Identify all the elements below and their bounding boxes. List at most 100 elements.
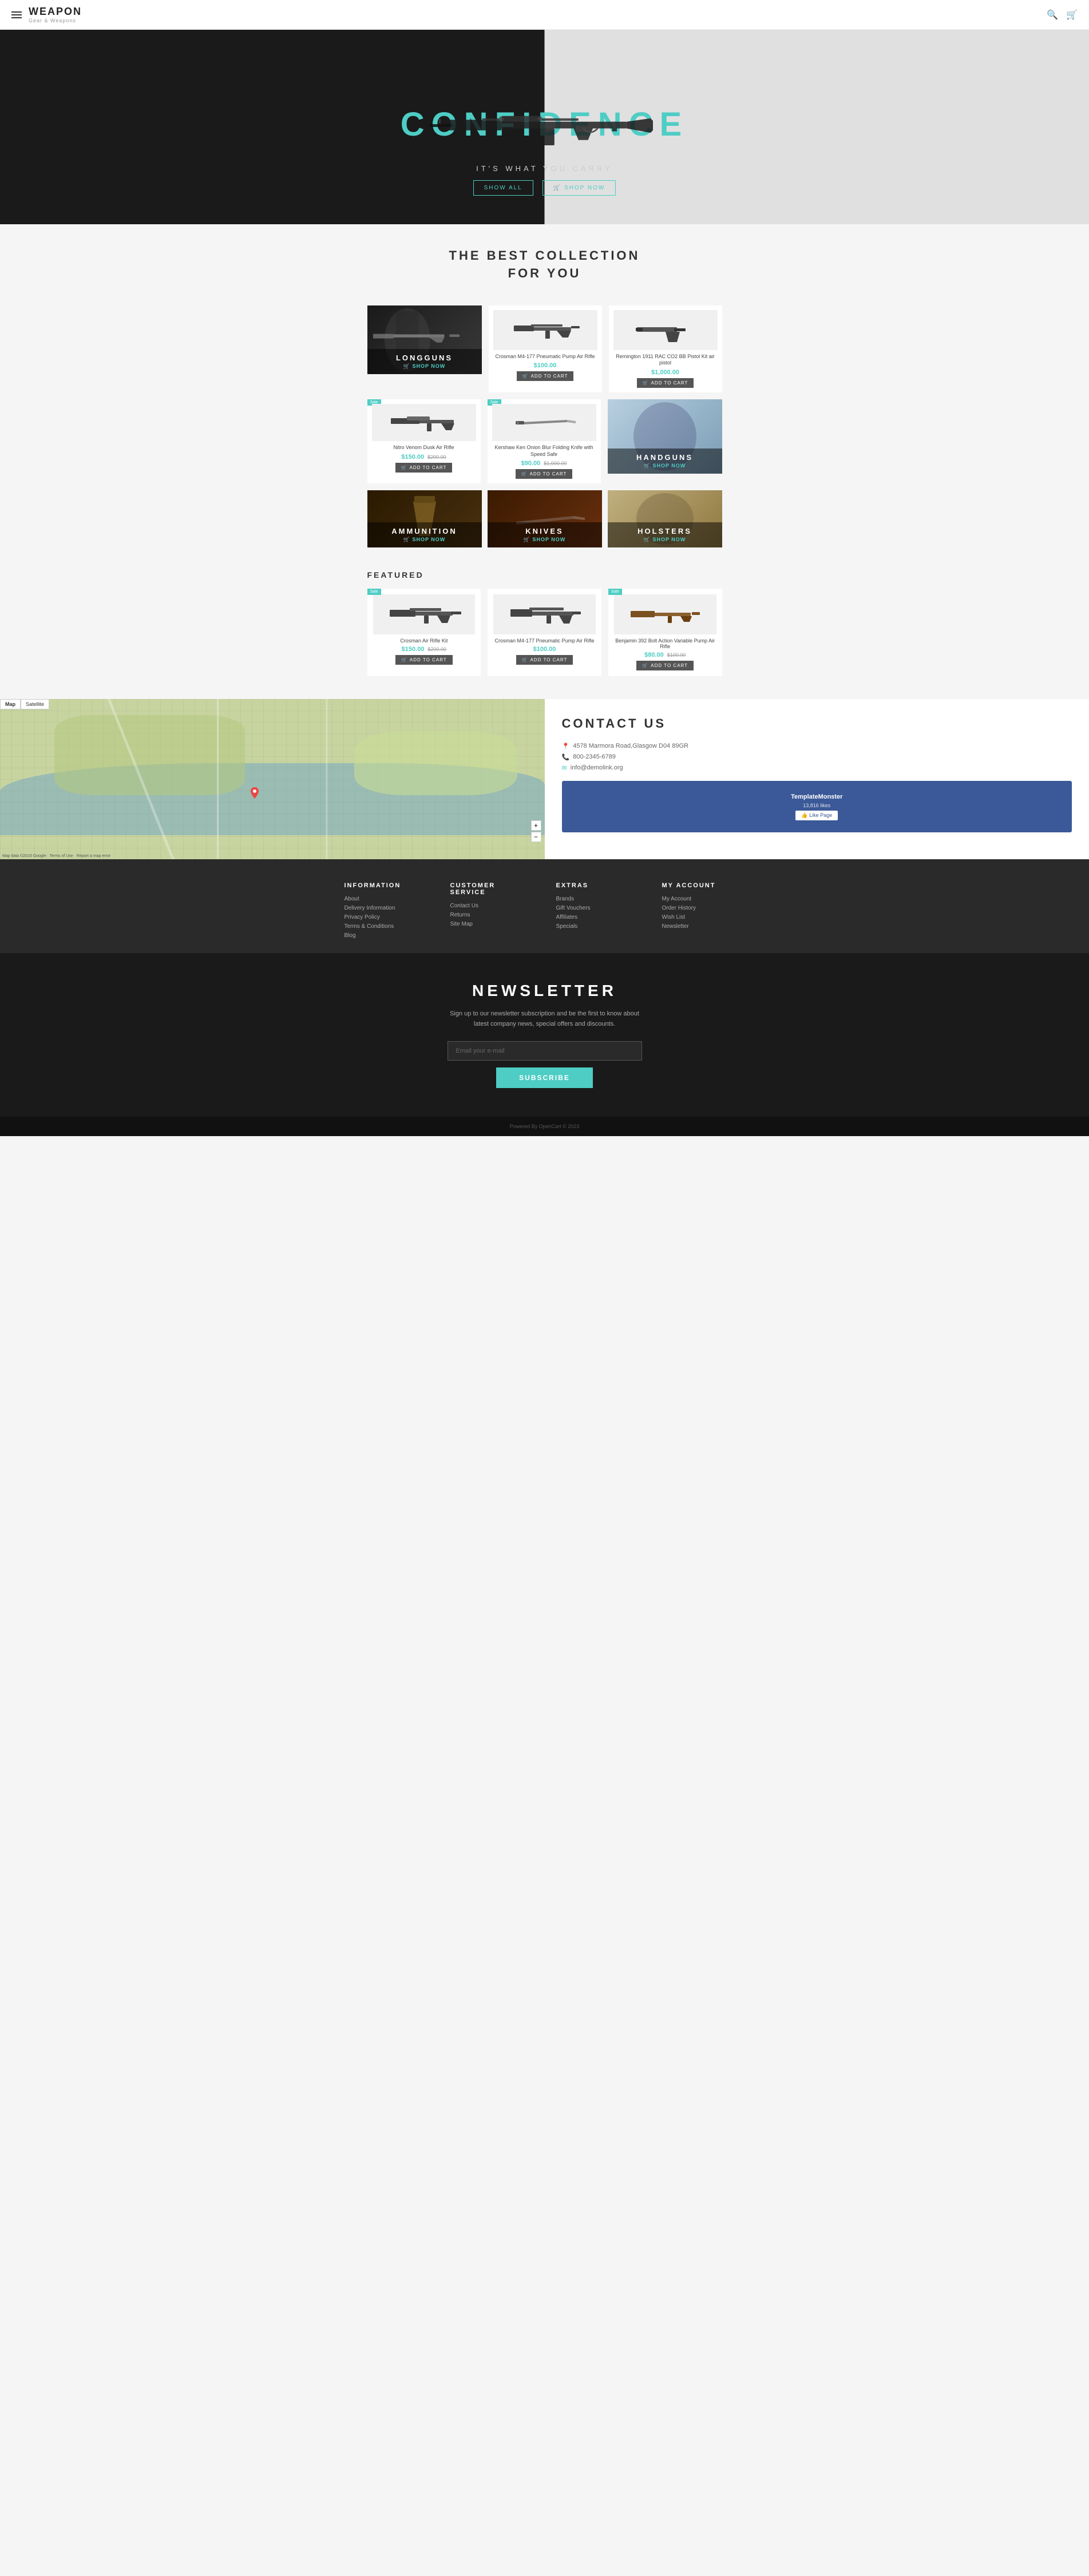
add-to-cart-f2[interactable]: 🛒 Add to Cart <box>516 655 573 665</box>
category-banners-row: AMMUNITION 🛒 SHOP NOW KNIVES 🛒 SHOP NOW … <box>367 490 722 547</box>
footer-link-affiliates[interactable]: Affiliates <box>556 914 639 920</box>
footer-link-contact[interactable]: Contact Us <box>450 903 533 909</box>
footer-link-about[interactable]: About <box>344 896 427 902</box>
featured-image-f2 <box>493 594 596 634</box>
cart-icon: 🛒 <box>553 185 564 191</box>
contact-phone: 📞 800-2345-6789 <box>562 753 1072 761</box>
product-card-p1: Crosman M4-177 Pneumatic Pump Air Rifle … <box>489 305 602 392</box>
header-right: 🔍 🛒 <box>1047 9 1078 21</box>
featured-name-f1: Crosman Air Rifle Kit <box>400 638 448 644</box>
knives-banner[interactable]: KNIVES 🛒 SHOP NOW <box>488 490 602 547</box>
holsters-banner[interactable]: HOLSTERS 🛒 SHOP NOW <box>608 490 722 547</box>
header: WEAPON Gear & Weapons 🔍 🛒 <box>0 0 1089 30</box>
handguns-category-card[interactable]: HANDGUNS 🛒 SHOP NOW <box>608 399 722 474</box>
zoom-in-button[interactable]: + <box>531 820 541 831</box>
newsletter-description: Sign up to our newsletter subscription a… <box>448 1009 642 1029</box>
add-to-cart-f1[interactable]: 🛒 Add to Cart <box>395 655 453 665</box>
hero-section: CONFIDENCE <box>0 30 1089 224</box>
footer-link-privacy[interactable]: Privacy Policy <box>344 914 427 920</box>
contact-area: CONTACT US 📍 4578 Marmora Road,Glasgow D… <box>545 699 1089 859</box>
footer-link-delivery[interactable]: Delivery Information <box>344 905 427 911</box>
featured-grid: Sale Crosman Air Rifle Kit $150.00 $200.… <box>367 589 722 676</box>
holsters-label: HOLSTERS 🛒 SHOP NOW <box>608 522 722 547</box>
footer: INFORMATION About Delivery Information P… <box>0 859 1089 1136</box>
product-image-p2 <box>613 310 718 350</box>
footer-col-information: INFORMATION About Delivery Information P… <box>344 882 427 942</box>
featured-title: FEATURED <box>367 570 722 579</box>
newsletter-email-input[interactable] <box>448 1041 642 1061</box>
footer-link-brands[interactable]: Brands <box>556 896 639 902</box>
shop-now-button[interactable]: 🛒 SHOP NOW <box>542 180 616 196</box>
handguns-label: HANDGUNS 🛒 SHOP NOW <box>608 448 722 474</box>
map-tabs: Map Satellite <box>0 699 49 709</box>
search-button[interactable]: 🔍 <box>1047 9 1058 21</box>
footer-link-newsletter[interactable]: Newsletter <box>662 923 745 930</box>
map-tab-map[interactable]: Map <box>0 699 21 709</box>
add-to-cart-p1[interactable]: 🛒 Add to Cart <box>517 371 574 381</box>
footer-link-order-history[interactable]: Order History <box>662 905 745 911</box>
fb-likes: 13,816 likes <box>791 803 842 808</box>
add-to-cart-p4[interactable]: 🛒 Add to Cart <box>516 469 573 479</box>
featured-name-f2: Crosman M4-177 Pneumatic Pump Air Rifle <box>494 638 594 644</box>
featured-card-f2: Crosman M4-177 Pneumatic Pump Air Rifle … <box>488 589 601 676</box>
map-tab-satellite[interactable]: Satellite <box>21 699 49 709</box>
footer-customer-service-title: CUSTOMER SERVICE <box>450 882 533 896</box>
footer-link-specials[interactable]: Specials <box>556 923 639 930</box>
newsletter-title: NEWSLETTER <box>17 982 1072 1000</box>
zoom-out-button[interactable]: − <box>531 832 541 842</box>
product-price-p3: $150.00 $200.00 <box>401 454 446 461</box>
footer-main: INFORMATION About Delivery Information P… <box>0 859 1089 953</box>
product-name-p1: Crosman M4-177 Pneumatic Pump Air Rifle <box>495 354 595 360</box>
sale-badge-f3: Sale <box>608 589 622 595</box>
footer-link-blog[interactable]: Blog <box>344 932 427 939</box>
product-price-p4: $90.00 $1,000.00 <box>521 460 567 467</box>
logo[interactable]: WEAPON Gear & Weapons <box>29 6 82 23</box>
subscribe-button[interactable]: SUBSCRIBE <box>496 1067 593 1088</box>
header-left: WEAPON Gear & Weapons <box>11 6 82 23</box>
fb-like-button[interactable]: 👍 Like Page <box>795 811 838 820</box>
footer-bottom: Powered By OpenCart © 2023 <box>0 1117 1089 1136</box>
footer-columns: INFORMATION About Delivery Information P… <box>344 882 745 942</box>
featured-name-f3: Benjamin 392 Bolt Action Variable Pump A… <box>614 638 716 649</box>
row-handguns: Sale Nitro Venom Dusk Air Rifle $150.00 … <box>367 399 722 483</box>
hero-content: CONFIDENCE <box>0 30 1089 224</box>
product-image-p1 <box>493 310 597 350</box>
footer-link-gift-vouchers[interactable]: Gift Vouchers <box>556 905 639 911</box>
facebook-widget: TemplateMonster 13,816 likes 👍 Like Page <box>562 781 1072 832</box>
footer-link-sitemap[interactable]: Site Map <box>450 921 533 927</box>
footer-information-title: INFORMATION <box>344 882 427 889</box>
footer-extras-title: EXTRAS <box>556 882 639 889</box>
product-name-p3: Nitro Venom Dusk Air Rifle <box>393 444 454 451</box>
hero-buttons: SHOW ALL 🛒 SHOP NOW <box>473 180 616 196</box>
ammunition-label: AMMUNITION 🛒 SHOP NOW <box>367 522 482 547</box>
footer-col-my-account: MY ACCOUNT My Account Order History Wish… <box>662 882 745 942</box>
product-card-p4: Sale Kershaw Ken Onion Blur Folding Knif… <box>488 399 601 483</box>
add-to-cart-f3[interactable]: 🛒 Add to Cart <box>636 661 694 670</box>
hero-subtitle: IT'S WHAT YOU CARRY <box>476 164 613 173</box>
handguns-shop-link[interactable]: 🛒 SHOP NOW <box>612 463 718 469</box>
longguns-category-card[interactable]: LONGGUNS 🛒 SHOP NOW <box>367 305 482 374</box>
product-card-p2: Remington 1911 RAC CO2 BB Pistol Kit air… <box>609 305 722 392</box>
map-area: Map Satellite Map data ©2015 Google · Te… <box>0 699 545 859</box>
contact-title: CONTACT US <box>562 716 1072 731</box>
cart-button[interactable]: 🛒 <box>1066 9 1078 21</box>
product-name-p2: Remington 1911 RAC CO2 BB Pistol Kit air… <box>613 354 718 367</box>
footer-link-returns[interactable]: Returns <box>450 912 533 918</box>
footer-link-my-account[interactable]: My Account <box>662 896 745 902</box>
product-name-p4: Kershaw Ken Onion Blur Folding Knife wit… <box>492 444 596 458</box>
footer-link-terms[interactable]: Terms & Conditions <box>344 923 427 930</box>
address-icon: 📍 <box>562 743 570 750</box>
footer-my-account-title: MY ACCOUNT <box>662 882 745 889</box>
add-to-cart-p3[interactable]: 🛒 Add to Cart <box>395 463 453 473</box>
add-to-cart-p2[interactable]: 🛒 Add to Cart <box>637 378 694 388</box>
longguns-shop-link[interactable]: 🛒 SHOP NOW <box>372 363 477 370</box>
featured-price-f1: $150.00 $200.00 <box>402 646 446 653</box>
show-all-button[interactable]: SHOW ALL <box>473 180 533 196</box>
hamburger-menu[interactable] <box>11 11 22 18</box>
ammunition-banner[interactable]: AMMUNITION 🛒 SHOP NOW <box>367 490 482 547</box>
footer-link-wish-list[interactable]: Wish List <box>662 914 745 920</box>
contact-address: 📍 4578 Marmora Road,Glasgow D04 89GR <box>562 743 1072 750</box>
hero-rifle-image <box>425 102 665 153</box>
featured-price-f3: $80.00 $100.00 <box>644 652 686 658</box>
featured-card-f1: Sale Crosman Air Rifle Kit $150.00 $200.… <box>367 589 481 676</box>
